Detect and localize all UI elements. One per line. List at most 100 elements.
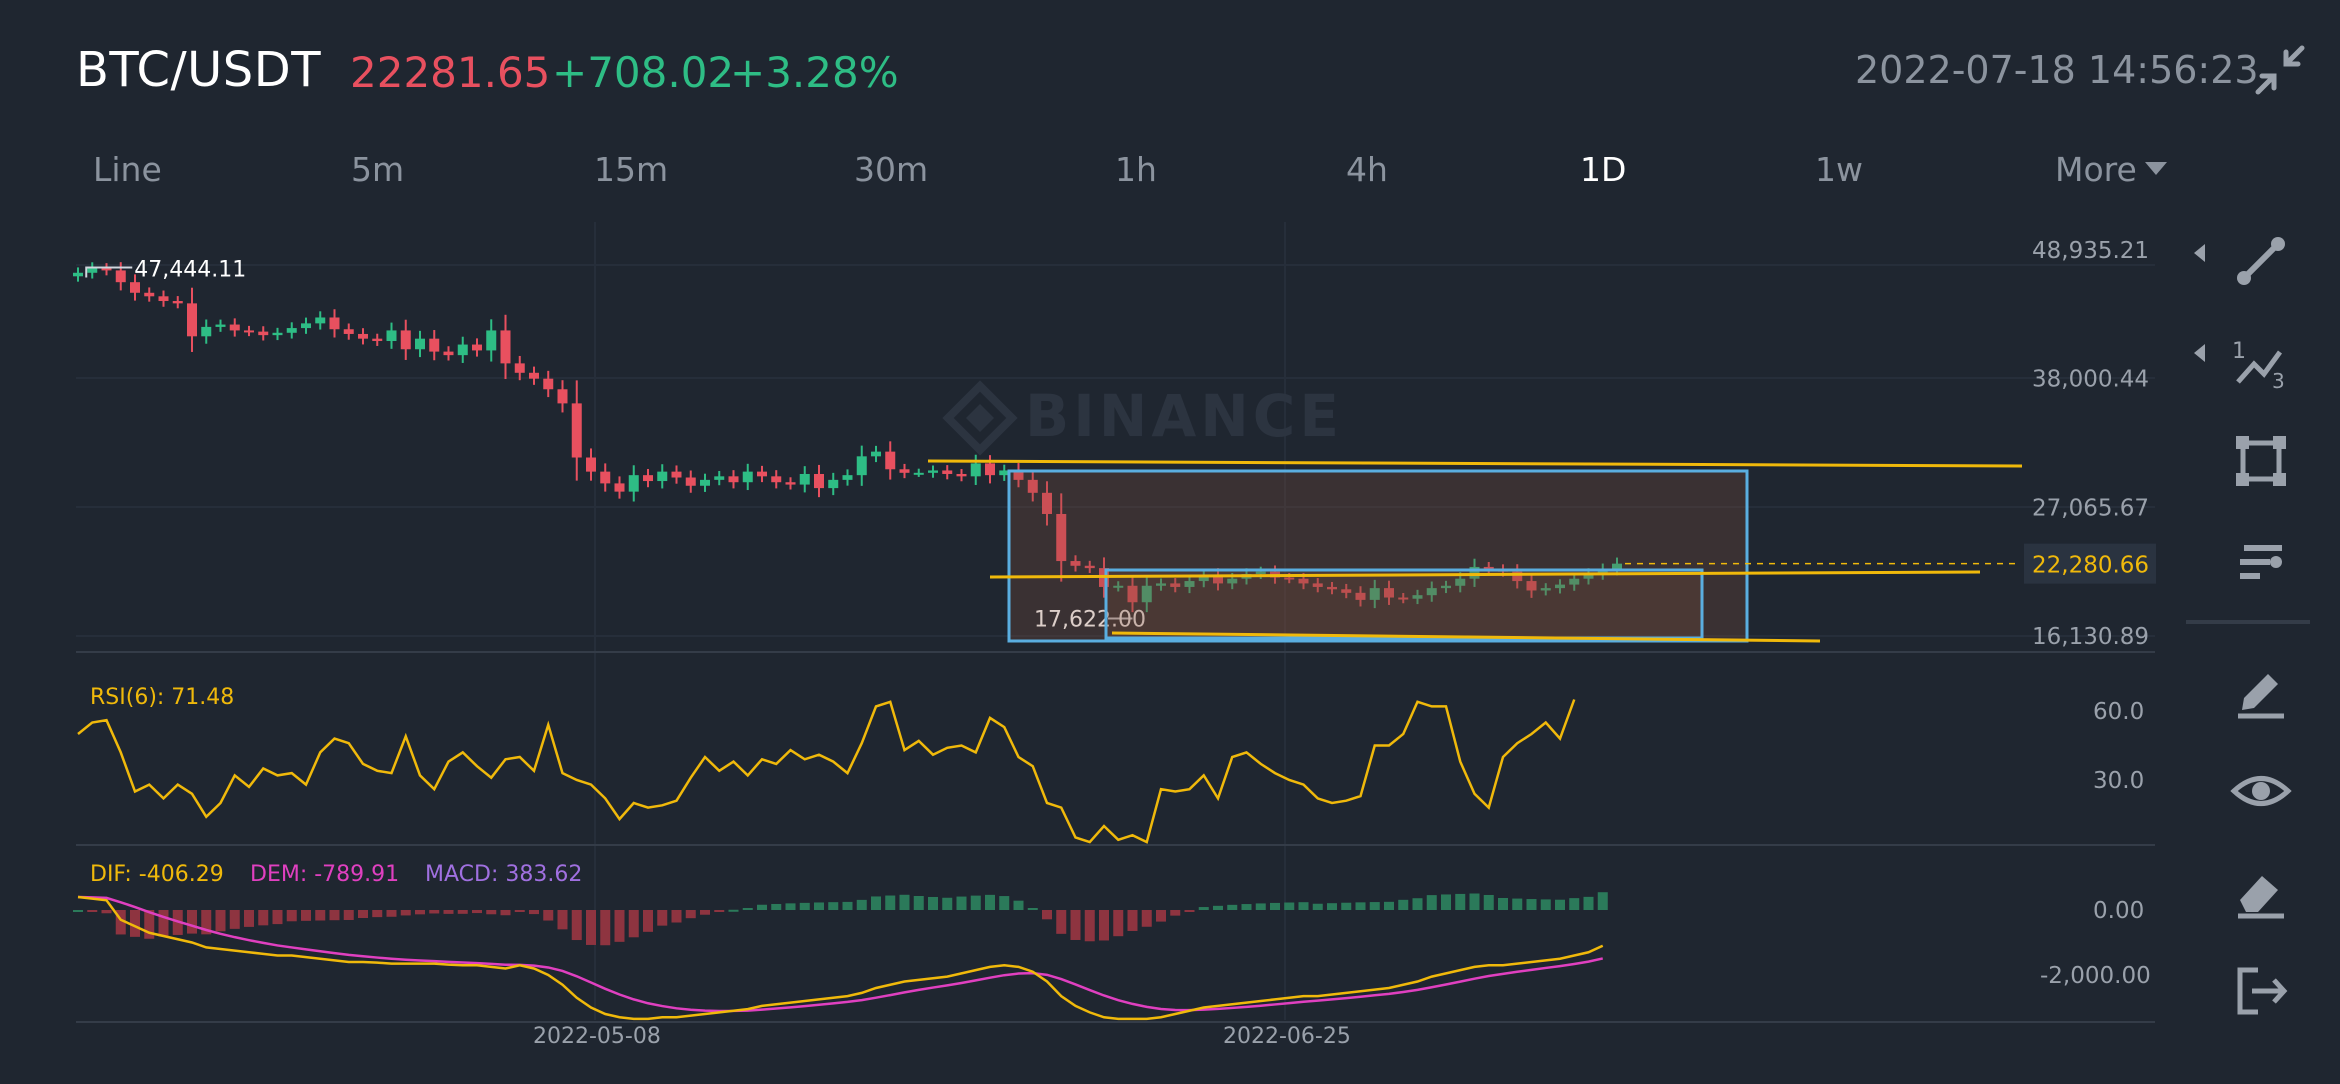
macd-histogram-bar xyxy=(1298,902,1309,910)
trading-pair[interactable]: BTC/USDT xyxy=(76,42,321,98)
candle-body xyxy=(614,483,625,492)
candle-body xyxy=(286,328,297,333)
rectangle-icon[interactable] xyxy=(2230,430,2292,492)
drawing-toolbar: 13 xyxy=(2186,220,2340,1080)
price-tick-label: 27,065.67 xyxy=(2032,495,2149,521)
tab-4h[interactable]: 4h xyxy=(1346,150,1388,189)
macd-histogram-bar xyxy=(842,901,853,910)
macd-histogram-bar xyxy=(329,910,340,921)
rsi-tick-label: 30.0 xyxy=(2093,768,2144,794)
caret-down-icon xyxy=(2144,162,2167,175)
candle-body xyxy=(685,477,696,486)
macd-histogram-bar xyxy=(1426,895,1437,910)
dem-label: DEM: -789.91 xyxy=(250,862,399,887)
macd-histogram-bar xyxy=(985,894,995,910)
macd-histogram-bar xyxy=(614,910,625,942)
macd-histogram-bar xyxy=(600,910,611,946)
candle-body xyxy=(543,378,554,390)
macd-histogram-bar xyxy=(1241,904,1252,910)
tab-label: 5m xyxy=(351,150,405,189)
macd-histogram-bar xyxy=(1127,910,1138,931)
macd-histogram-bar xyxy=(956,896,967,910)
fibonacci-icon[interactable]: 13 xyxy=(2230,330,2292,393)
caret-left-icon xyxy=(2194,344,2205,362)
candle-body xyxy=(172,301,183,304)
position-icon[interactable] xyxy=(2230,530,2292,592)
tab-label: 1D xyxy=(1580,150,1627,189)
candle-body xyxy=(771,476,782,483)
price-change: +708.02 xyxy=(552,48,735,97)
eraser-icon[interactable] xyxy=(2230,860,2292,922)
pencil-icon[interactable] xyxy=(2230,660,2292,722)
tab-label: More xyxy=(2055,150,2137,189)
tab-more[interactable]: More xyxy=(2055,150,2167,189)
candle-body xyxy=(728,476,739,483)
macd-histogram-bar xyxy=(928,896,938,910)
macd-histogram-bar xyxy=(386,910,397,917)
tab-1h[interactable]: 1h xyxy=(1115,150,1157,189)
candle-body xyxy=(315,317,326,324)
tab-1d[interactable]: 1D xyxy=(1580,150,1626,189)
macd-histogram-bar xyxy=(514,910,525,912)
tab-label: 15m xyxy=(594,150,669,189)
candle-body xyxy=(700,479,710,486)
binance-logo-icon xyxy=(942,380,1018,456)
tab-5m[interactable]: 5m xyxy=(351,150,404,189)
candle-body xyxy=(871,451,881,457)
eye-icon[interactable] xyxy=(2230,760,2292,822)
trend-line-icon[interactable] xyxy=(2230,230,2292,292)
tab-label: Line xyxy=(93,150,162,189)
candle-body xyxy=(899,469,910,473)
collapse-arrows-icon[interactable] xyxy=(2252,42,2308,98)
header: BTC/USDT 22281.65 +708.02 +3.28% 2022-07… xyxy=(0,0,2340,140)
chart-area[interactable]: BINANCE 47,444.1117,622.00 22,280.6648,9… xyxy=(0,220,2180,1080)
candle-body xyxy=(956,473,967,477)
candle-body xyxy=(586,457,596,472)
candle-body xyxy=(472,344,482,351)
macd-histogram-bar xyxy=(1270,902,1280,910)
macd-histogram-bar xyxy=(1227,904,1238,910)
chart-svg[interactable]: BINANCE 47,444.1117,622.00 22,280.6648,9… xyxy=(0,220,2180,1080)
current-price-label: 22,280.66 xyxy=(2032,553,2149,579)
candle-body xyxy=(301,323,311,329)
macd-histogram-bar xyxy=(372,910,383,918)
macd-histogram-bar xyxy=(1184,910,1195,912)
rsi-tick-label: 60.0 xyxy=(2093,699,2144,725)
candle-body xyxy=(329,317,340,330)
candle-body xyxy=(600,471,611,484)
macd-histogram-bar xyxy=(814,902,824,910)
macd-histogram-bar xyxy=(1355,902,1366,910)
tab-line[interactable]: Line xyxy=(93,150,162,189)
rsi-label: RSI(6): 71.48 xyxy=(90,685,234,710)
price-tick-label: 16,130.89 xyxy=(2032,624,2149,650)
candle-body xyxy=(187,303,197,337)
macd-histogram-bar xyxy=(1255,903,1266,910)
macd-histogram-bar xyxy=(799,902,810,910)
candle-body xyxy=(657,471,668,482)
candle-body xyxy=(985,463,995,476)
macd-histogram-bar xyxy=(728,909,739,912)
tab-30m[interactable]: 30m xyxy=(854,150,928,189)
macd-histogram-bar xyxy=(643,910,653,932)
high-marker-label: 47,444.11 xyxy=(134,258,246,283)
candle-body xyxy=(557,389,568,404)
macd-histogram-bar xyxy=(73,910,83,912)
macd-tick-label: -2,000.00 xyxy=(2040,963,2151,989)
candle-body xyxy=(258,331,269,336)
macd-histogram-bar xyxy=(315,910,326,921)
tab-1w[interactable]: 1w xyxy=(1815,150,1863,189)
macd-histogram-bar xyxy=(286,910,297,922)
tab-15m[interactable]: 15m xyxy=(594,150,668,189)
exit-icon[interactable] xyxy=(2230,960,2292,1022)
macd-histogram-bar xyxy=(942,897,953,910)
macd-histogram-bar xyxy=(1483,894,1494,910)
candle-body xyxy=(429,338,440,352)
macd-histogram-bar xyxy=(543,910,554,921)
candle-body xyxy=(457,344,468,356)
candle-body xyxy=(785,482,796,485)
macd-histogram-bar xyxy=(1540,899,1551,910)
drawn-rectangle xyxy=(1104,568,1704,640)
candle-body xyxy=(942,470,953,474)
watermark-shape xyxy=(966,404,994,432)
macd-histogram-bar xyxy=(229,910,240,929)
